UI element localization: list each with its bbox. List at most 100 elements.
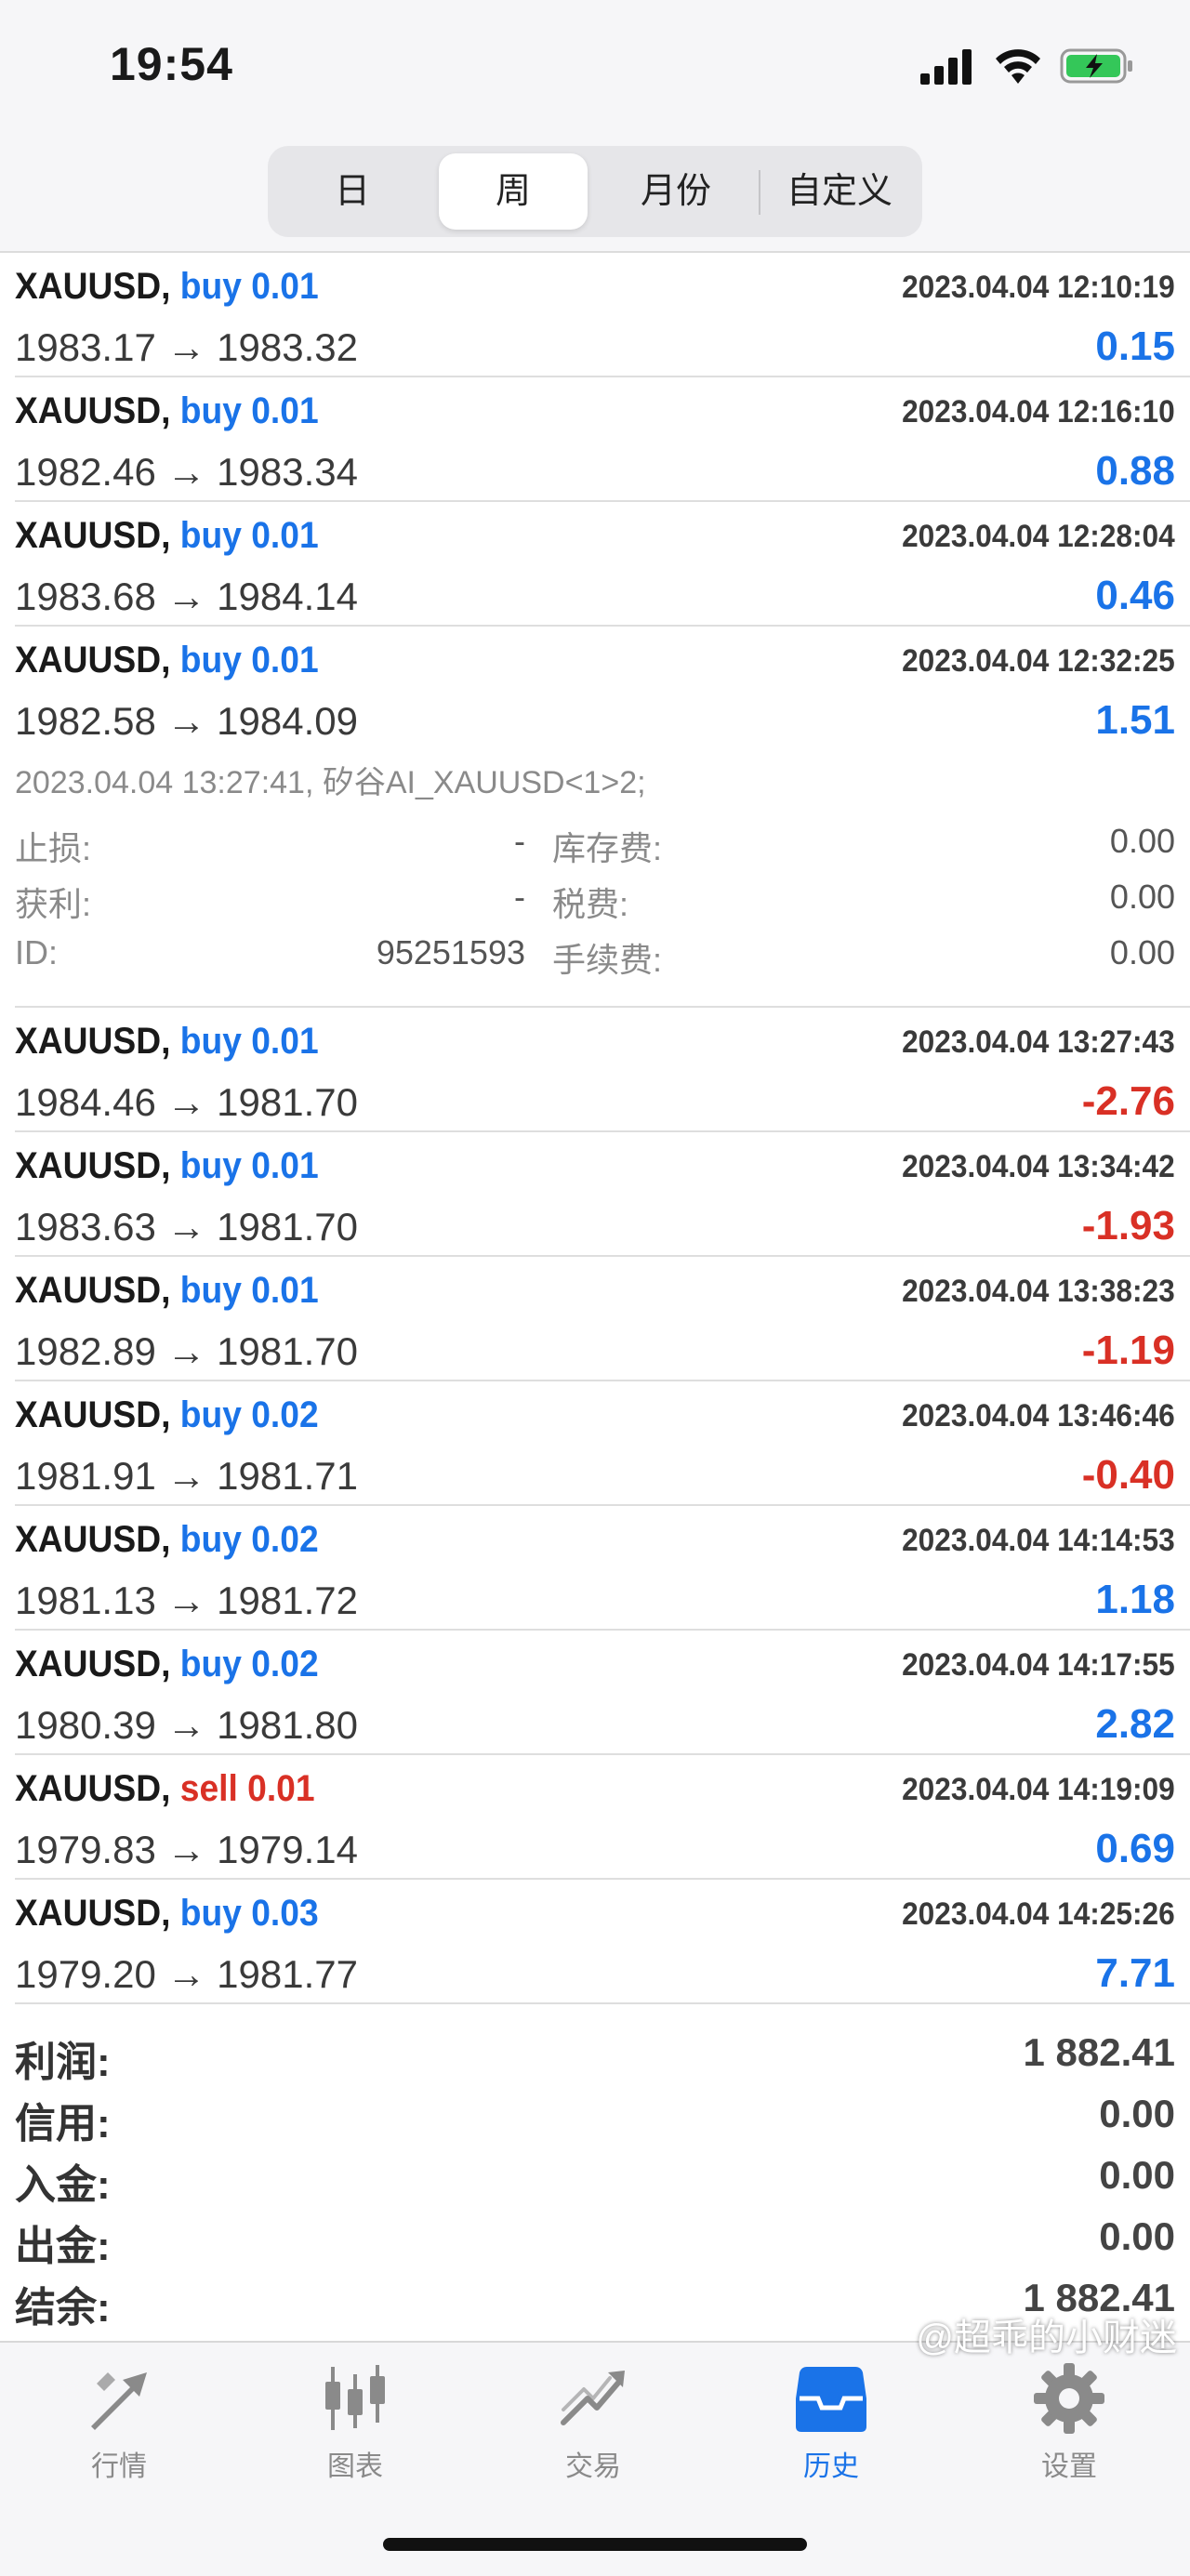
trade-symbol: XAUUSD, bbox=[15, 1519, 171, 1560]
trade-side: buy 0.02 bbox=[179, 1519, 319, 1560]
summary-value: 1 882.41 bbox=[1023, 2030, 1176, 2074]
trade-symbol-side: XAUUSD, buy 0.01 bbox=[15, 266, 319, 308]
trade-datetime: 2023.04.04 13:34:42 bbox=[902, 1149, 1175, 1184]
trade-prices: 1981.91 → 1981.71 bbox=[15, 1454, 358, 1498]
tab-month[interactable]: 月份 bbox=[599, 153, 753, 230]
nav-history[interactable]: 历史 bbox=[766, 2361, 896, 2501]
top-header: 19:54 日 周 月份 自定义 bbox=[0, 0, 1190, 253]
take-profit-value: - bbox=[514, 878, 525, 916]
trade-row[interactable]: XAUUSD, buy 0.01 2023.04.04 12:16:10 198… bbox=[0, 377, 1190, 502]
swap-label: 库存费: bbox=[552, 829, 663, 867]
trade-side: buy 0.03 bbox=[179, 1893, 319, 1934]
trade-symbol: XAUUSD, bbox=[15, 515, 171, 556]
trade-profit: -1.93 bbox=[1081, 1203, 1175, 1248]
trade-symbol-side: XAUUSD, buy 0.01 bbox=[15, 390, 319, 432]
trade-profit: -0.40 bbox=[1081, 1452, 1175, 1498]
watermark-text: @超乖的小财迷 bbox=[916, 2318, 1177, 2358]
trade-row[interactable]: XAUUSD, buy 0.02 2023.04.04 14:14:53 198… bbox=[0, 1506, 1190, 1631]
trade-symbol: XAUUSD, bbox=[15, 390, 171, 431]
tab-week[interactable]: 周 bbox=[439, 153, 588, 230]
trade-symbol: XAUUSD, bbox=[15, 1768, 171, 1809]
nav-trade[interactable]: 交易 bbox=[528, 2361, 658, 2501]
summary-row-withdrawal: 出金: 0.00 bbox=[0, 2213, 1190, 2274]
trade-symbol-side: XAUUSD, buy 0.03 bbox=[15, 1893, 319, 1935]
trade-row[interactable]: XAUUSD, buy 0.03 2023.04.04 14:25:26 197… bbox=[0, 1880, 1190, 2004]
trade-prices: 1983.17 → 1983.32 bbox=[15, 325, 358, 369]
wifi-icon bbox=[996, 49, 1040, 84]
summary-row-credit: 信用: 0.00 bbox=[0, 2090, 1190, 2151]
tab-custom[interactable]: 自定义 bbox=[764, 153, 915, 230]
nav-label: 历史 bbox=[803, 2451, 859, 2482]
stop-loss-label: 止损: bbox=[15, 829, 92, 867]
trade-row[interactable]: XAUUSD, buy 0.02 2023.04.04 13:46:46 198… bbox=[0, 1381, 1190, 1506]
trade-datetime: 2023.04.04 12:10:19 bbox=[902, 270, 1175, 305]
trade-side: buy 0.01 bbox=[179, 1021, 319, 1062]
nav-charts[interactable]: 图表 bbox=[290, 2361, 420, 2501]
trade-datetime: 2023.04.04 14:25:26 bbox=[902, 1896, 1175, 1932]
trade-datetime: 2023.04.04 12:16:10 bbox=[902, 394, 1175, 429]
trade-profit: 0.15 bbox=[1095, 324, 1175, 369]
trade-row[interactable]: XAUUSD, buy 0.01 2023.04.04 12:10:19 198… bbox=[0, 253, 1190, 377]
trade-prices: 1982.46 → 1983.34 bbox=[15, 450, 358, 494]
trade-detail-panel: 2023.04.04 13:27:41, 矽谷AI_XAUUSD<1>2; 止损… bbox=[0, 736, 1190, 1008]
trade-datetime: 2023.04.04 13:38:23 bbox=[902, 1274, 1175, 1309]
trade-symbol-side: XAUUSD, buy 0.01 bbox=[15, 1145, 319, 1187]
quotes-arrows-icon bbox=[91, 2372, 147, 2430]
trade-datetime: 2023.04.04 14:14:53 bbox=[902, 1523, 1175, 1558]
trade-prices: 1983.68 → 1984.14 bbox=[15, 575, 358, 618]
trade-symbol-side: XAUUSD, buy 0.01 bbox=[15, 1021, 319, 1063]
trade-comment: 2023.04.04 13:27:41, 矽谷AI_XAUUSD<1>2; bbox=[15, 765, 646, 800]
summary-row-deposit: 入金: 0.00 bbox=[0, 2151, 1190, 2213]
trade-row[interactable]: XAUUSD, buy 0.02 2023.04.04 14:17:55 198… bbox=[0, 1631, 1190, 1755]
account-summary: 利润: 1 882.41 信用: 0.00 入金: 0.00 出金: 0.00 … bbox=[0, 2008, 1190, 2341]
row-divider bbox=[15, 2002, 1190, 2004]
trade-row[interactable]: XAUUSD, buy 0.01 2023.04.04 13:27:43 198… bbox=[0, 1008, 1190, 1132]
id-label: ID: bbox=[15, 933, 59, 971]
trade-row[interactable]: XAUUSD, buy 0.01 2023.04.04 13:34:42 198… bbox=[0, 1132, 1190, 1257]
summary-label: 入金: bbox=[15, 2162, 111, 2208]
battery-charging-icon bbox=[1060, 48, 1132, 84]
trade-symbol-side: XAUUSD, sell 0.01 bbox=[15, 1768, 315, 1810]
nav-settings[interactable]: 设置 bbox=[1004, 2361, 1134, 2501]
trade-side: buy 0.01 bbox=[179, 640, 319, 680]
trade-side: buy 0.02 bbox=[179, 1394, 319, 1435]
home-indicator[interactable] bbox=[383, 2538, 807, 2551]
trade-side: buy 0.01 bbox=[179, 1145, 319, 1186]
trade-symbol-side: XAUUSD, buy 0.02 bbox=[15, 1394, 319, 1436]
trade-row[interactable]: XAUUSD, buy 0.01 2023.04.04 13:38:23 198… bbox=[0, 1257, 1190, 1381]
trade-side: buy 0.01 bbox=[179, 515, 319, 556]
trade-profit: 7.71 bbox=[1095, 1950, 1175, 1996]
trade-datetime: 2023.04.04 13:46:46 bbox=[902, 1398, 1175, 1433]
nav-label: 图表 bbox=[327, 2451, 383, 2482]
nav-label: 行情 bbox=[91, 2451, 147, 2482]
trade-profit: 1.18 bbox=[1095, 1577, 1175, 1622]
trade-datetime: 2023.04.04 14:17:55 bbox=[902, 1647, 1175, 1683]
take-profit-label: 获利: bbox=[15, 885, 92, 923]
nav-label: 设置 bbox=[1041, 2451, 1097, 2482]
trade-side: buy 0.01 bbox=[179, 266, 319, 307]
trade-profit: -1.19 bbox=[1081, 1328, 1175, 1373]
summary-value: 0.00 bbox=[1099, 2153, 1175, 2197]
history-inbox-icon bbox=[796, 2367, 866, 2432]
trade-prices: 1982.89 → 1981.70 bbox=[15, 1329, 358, 1373]
commission-value: 0.00 bbox=[1109, 933, 1175, 971]
trade-datetime: 2023.04.04 14:19:09 bbox=[902, 1772, 1175, 1807]
trade-prices: 1979.83 → 1979.14 bbox=[15, 1828, 358, 1871]
summary-value: 0.00 bbox=[1099, 2214, 1175, 2258]
swap-value: 0.00 bbox=[1109, 822, 1175, 860]
trade-side: buy 0.01 bbox=[179, 1270, 319, 1311]
trade-symbol-side: XAUUSD, buy 0.01 bbox=[15, 515, 319, 557]
trade-row[interactable]: XAUUSD, buy 0.01 2023.04.04 12:28:04 198… bbox=[0, 502, 1190, 627]
trade-side: buy 0.02 bbox=[179, 1644, 319, 1684]
nav-label: 交易 bbox=[565, 2451, 621, 2482]
trade-symbol-side: XAUUSD, buy 0.01 bbox=[15, 1270, 319, 1312]
trade-symbol: XAUUSD, bbox=[15, 1893, 171, 1934]
trade-row[interactable]: XAUUSD, sell 0.01 2023.04.04 14:19:09 19… bbox=[0, 1755, 1190, 1880]
tab-day[interactable]: 日 bbox=[275, 153, 430, 230]
trade-row-expanded[interactable]: XAUUSD, buy 0.01 2023.04.04 12:32:25 198… bbox=[0, 627, 1190, 743]
trade-side: buy 0.01 bbox=[179, 390, 319, 431]
trade-symbol: XAUUSD, bbox=[15, 1270, 171, 1311]
gear-icon bbox=[1034, 2363, 1104, 2434]
nav-quotes[interactable]: 行情 bbox=[54, 2361, 184, 2501]
id-value: 95251593 bbox=[376, 933, 525, 971]
